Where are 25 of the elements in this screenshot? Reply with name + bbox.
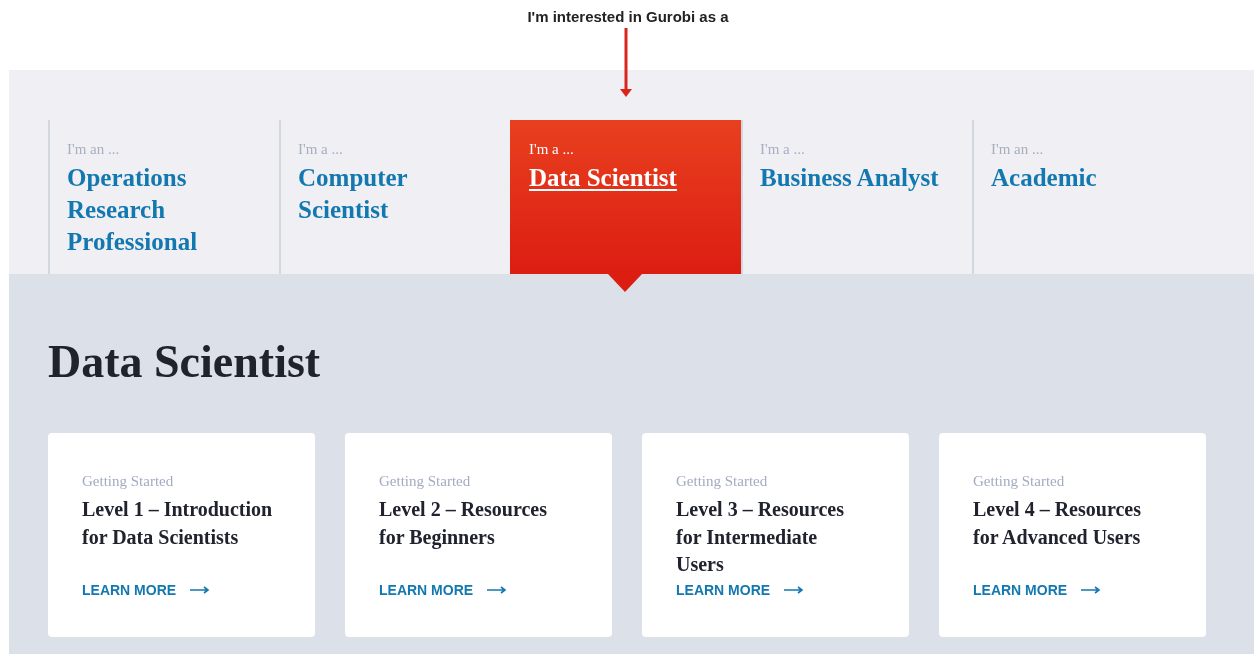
learn-more-link[interactable]: LEARN MORE	[82, 582, 211, 598]
annotation-text: I'm interested in Gurobi as a	[527, 8, 729, 27]
arrow-icon	[784, 586, 805, 594]
learn-more-link[interactable]: LEARN MORE	[973, 582, 1102, 598]
arrow-icon	[190, 586, 211, 594]
learn-more-link[interactable]: LEARN MORE	[379, 582, 508, 598]
learn-more-link[interactable]: LEARN MORE	[676, 582, 805, 598]
arrow-icon	[1081, 586, 1102, 594]
tab-prefix: I'm a ...	[298, 141, 343, 158]
tab-prefix: I'm a ...	[760, 141, 805, 158]
tab[interactable]: I'm a ... Data Scientist	[510, 120, 741, 274]
tab-prefix: I'm an ...	[67, 141, 120, 158]
arrow-icon	[619, 28, 633, 97]
tab-prefix: I'm a ...	[529, 141, 574, 158]
arrow-icon	[487, 586, 508, 594]
card-category: Getting Started	[676, 473, 768, 490]
tab-prefix: I'm an ...	[991, 141, 1044, 158]
card-title: Level 3 – Resources for Intermediate Users	[676, 497, 845, 577]
section-heading: Data Scientist	[48, 338, 321, 386]
card-title: Level 2 – Resources for Beginners	[379, 497, 548, 551]
card-category: Getting Started	[82, 473, 174, 490]
card-category: Getting Started	[973, 473, 1065, 490]
card-title: Level 1 – Introduction for Data Scientists	[82, 497, 274, 550]
card-category: Getting Started	[379, 473, 471, 490]
card-title: Level 4 – Resources for Advanced Users	[973, 497, 1142, 550]
